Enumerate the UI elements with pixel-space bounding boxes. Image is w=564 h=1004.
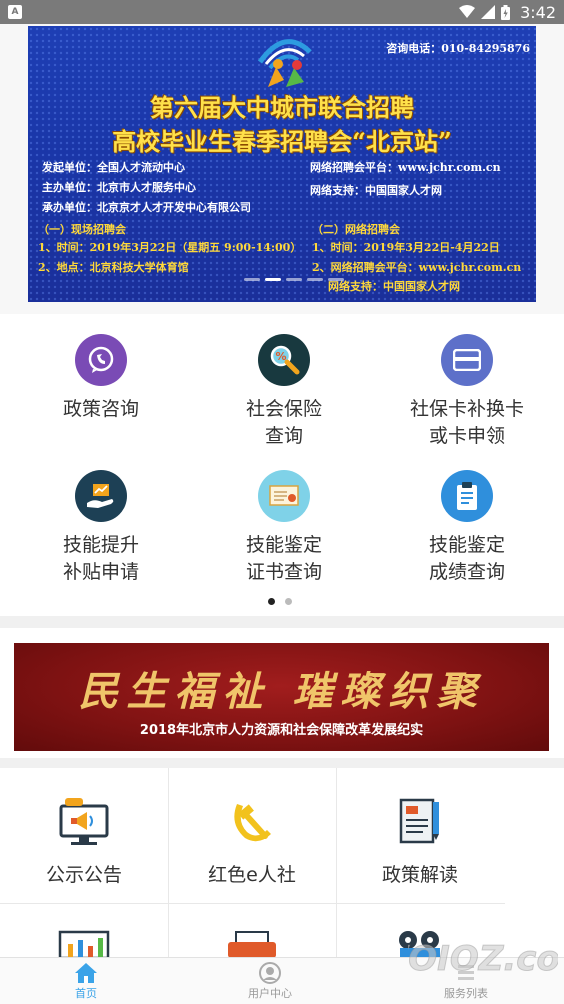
grid-item-red-e-hrss[interactable]: 红色e人社 [168,768,336,903]
signal-icon [481,5,496,19]
tab-home[interactable]: 首页 [26,958,146,1004]
service-label: 社保卡补换卡 或卡申领 [409,398,524,447]
services-pager [268,598,292,605]
promo-subtitle: 2018年北京市人力资源和社会保障改革发展纪实 [139,723,424,738]
hand-chart-icon [75,470,127,522]
promo-headline: 民生福祉 璀璨织聚 [78,668,485,715]
service-label: 技能鉴定 成绩查询 [428,534,505,583]
banner-online-time: 1、时间：2019年3月22日-4月22日 [312,241,500,254]
job-fair-banner[interactable]: 咨询电话：010-84295876 第六届大中城市联合招聘 高校毕业生春季招聘会… [28,26,536,302]
banner-online-platform: 2、网络招聘会平台：www.jchr.com.cn [312,261,522,274]
banner-slide-indicator [244,278,344,281]
promo-banner[interactable]: 民生福祉 璀璨织聚 2018年北京市人力资源和社会保障改革发展纪实 [14,643,549,751]
banner-undertaker: 承办单位：北京京才人才开发中心有限公司 [42,201,251,214]
banner-organizer: 发起单位：全国人才流动中心 [42,161,185,174]
magnifier-icon: % [258,334,310,386]
service-label: 社会保险 查询 [245,398,322,447]
status-bar: A 3:42 [0,0,564,24]
banner-dot[interactable] [286,278,302,281]
banner-online-support: 网络支持：中国国家人才网 [328,280,460,293]
service-cert-query[interactable]: 技能鉴定 证书查询 [190,470,378,586]
hammer-sickle-icon [234,804,271,842]
service-policy-consult[interactable]: 政策咨询 [7,334,195,423]
pager-dot-active[interactable] [268,598,275,605]
service-score-query[interactable]: 技能鉴定 成绩查询 [373,470,561,586]
service-label: 技能提升 补贴申请 [62,534,139,583]
chat-bubble-icon [75,334,127,386]
banner-dot-active[interactable] [265,278,281,281]
grid-item-label: 政策解读 [381,864,458,886]
banner-onsite-heading: （一）现场招聘会 [38,223,126,236]
card-icon [441,334,493,386]
battery-icon [501,4,511,20]
banner-host: 主办单位：北京市人才服务中心 [42,181,196,194]
banner-platform: 网络招聘会平台：www.jchr.com.cn [310,161,501,174]
service-skill-subsidy[interactable]: 技能提升 补贴申请 [7,470,195,586]
printer-icon[interactable] [226,930,278,958]
tab-label: 首页 [75,986,97,1000]
watermark-text: WOIOZ.com [408,939,558,979]
job-fair-logo [257,39,312,87]
service-label: 技能鉴定 证书查询 [245,534,322,583]
banner-onsite-time: 1、时间：2019年3月22日（星期五 9:00-14:00） [38,241,302,254]
banner-onsite-place: 2、地点：北京科技大学体育馆 [38,261,189,274]
banner-title-line1: 第六届大中城市联合招聘 [150,93,414,122]
wifi-icon [459,5,476,18]
grid-item-policy-reading[interactable]: 政策解读 [336,768,504,903]
grid-divider [0,903,505,904]
tab-user-center[interactable]: 用户中心 [210,958,330,1004]
service-label: 政策咨询 [62,398,139,420]
services-panel: 政策咨询 % 社会保险 查询 社保卡补换卡 或卡申领 技能提升 补贴申请 技能鉴… [0,314,564,616]
banner-dot[interactable] [307,278,323,281]
app-notification-icon: A [8,5,22,19]
banner-hotline: 咨询电话：010-84295876 [386,42,530,55]
certificate-icon [258,470,310,522]
watermark-logo: WOIOZ.com [408,939,558,980]
service-card-replace[interactable]: 社保卡补换卡 或卡申领 [373,334,561,450]
banner-support: 网络支持：中国国家人才网 [310,184,442,197]
home-icon [75,962,97,983]
service-social-insurance-query[interactable]: % 社会保险 查询 [190,334,378,450]
banner-online-heading: （二）网络招聘会 [312,223,400,236]
user-center-icon [259,961,281,984]
grid-item-label: 红色e人社 [208,864,296,886]
pager-dot[interactable] [285,598,292,605]
clock: 3:42 [520,2,556,22]
banner-dot[interactable] [244,278,260,281]
banner-title-line2: 高校毕业生春季招聘会“北京站” [112,127,452,156]
banner-carousel[interactable]: 咨询电话：010-84295876 第六届大中城市联合招聘 高校毕业生春季招聘会… [0,24,564,314]
tab-label: 用户中心 [248,986,292,1000]
grid-item-label: 公示公告 [45,864,122,886]
banner-dot[interactable] [328,278,344,281]
chart-board-icon[interactable] [58,928,110,958]
promo-section: 民生福祉 璀璨织聚 2018年北京市人力资源和社会保障改革发展纪实 [0,628,564,758]
megaphone-screen-icon [59,798,109,845]
document-pen-icon [399,798,439,844]
grid-item-announcements[interactable]: 公示公告 [0,768,168,903]
clipboard-icon [441,470,493,522]
